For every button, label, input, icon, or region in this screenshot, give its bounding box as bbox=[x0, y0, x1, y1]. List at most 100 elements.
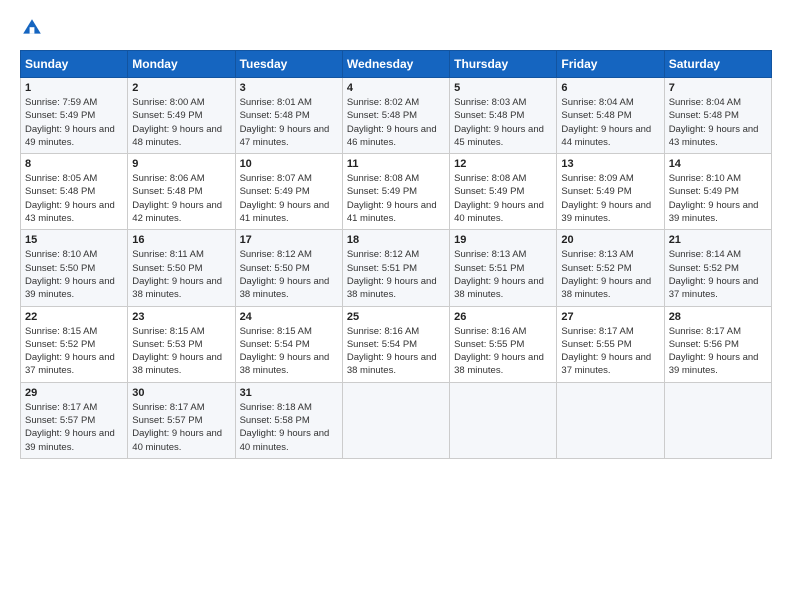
sunrise-label: Sunrise: 8:17 AM bbox=[25, 402, 97, 413]
sunset-label: Sunset: 5:54 PM bbox=[347, 339, 417, 350]
day-info: Sunrise: 8:15 AM Sunset: 5:53 PM Dayligh… bbox=[132, 325, 230, 378]
day-number: 7 bbox=[669, 82, 767, 94]
sunrise-label: Sunrise: 8:14 AM bbox=[669, 249, 741, 260]
calendar-day-10: 10 Sunrise: 8:07 AM Sunset: 5:49 PM Dayl… bbox=[235, 154, 342, 230]
sunset-label: Sunset: 5:48 PM bbox=[347, 110, 417, 121]
calendar-day-26: 26 Sunrise: 8:16 AM Sunset: 5:55 PM Dayl… bbox=[450, 306, 557, 382]
day-info: Sunrise: 8:09 AM Sunset: 5:49 PM Dayligh… bbox=[561, 172, 659, 225]
day-number: 16 bbox=[132, 234, 230, 246]
daylight-label: Daylight: 9 hours and 39 minutes. bbox=[669, 352, 759, 376]
sunrise-label: Sunrise: 8:12 AM bbox=[347, 249, 419, 260]
calendar-day-4: 4 Sunrise: 8:02 AM Sunset: 5:48 PM Dayli… bbox=[342, 78, 449, 154]
day-number: 26 bbox=[454, 311, 552, 323]
day-number: 15 bbox=[25, 234, 123, 246]
day-number: 2 bbox=[132, 82, 230, 94]
sunrise-label: Sunrise: 8:03 AM bbox=[454, 97, 526, 108]
calendar-empty bbox=[664, 382, 771, 458]
day-info: Sunrise: 8:17 AM Sunset: 5:56 PM Dayligh… bbox=[669, 325, 767, 378]
sunrise-label: Sunrise: 8:16 AM bbox=[454, 326, 526, 337]
daylight-label: Daylight: 9 hours and 38 minutes. bbox=[347, 276, 437, 300]
day-info: Sunrise: 8:05 AM Sunset: 5:48 PM Dayligh… bbox=[25, 172, 123, 225]
daylight-label: Daylight: 9 hours and 43 minutes. bbox=[669, 124, 759, 148]
day-number: 30 bbox=[132, 387, 230, 399]
header bbox=[20, 16, 772, 40]
sunrise-label: Sunrise: 8:08 AM bbox=[347, 173, 419, 184]
calendar-day-31: 31 Sunrise: 8:18 AM Sunset: 5:58 PM Dayl… bbox=[235, 382, 342, 458]
calendar-header-saturday: Saturday bbox=[664, 51, 771, 78]
day-number: 11 bbox=[347, 158, 445, 170]
day-info: Sunrise: 8:08 AM Sunset: 5:49 PM Dayligh… bbox=[454, 172, 552, 225]
sunset-label: Sunset: 5:49 PM bbox=[25, 110, 95, 121]
calendar-week-5: 29 Sunrise: 8:17 AM Sunset: 5:57 PM Dayl… bbox=[21, 382, 772, 458]
calendar-day-19: 19 Sunrise: 8:13 AM Sunset: 5:51 PM Dayl… bbox=[450, 230, 557, 306]
day-number: 21 bbox=[669, 234, 767, 246]
day-info: Sunrise: 8:00 AM Sunset: 5:49 PM Dayligh… bbox=[132, 96, 230, 149]
sunset-label: Sunset: 5:56 PM bbox=[669, 339, 739, 350]
sunset-label: Sunset: 5:49 PM bbox=[669, 186, 739, 197]
daylight-label: Daylight: 9 hours and 38 minutes. bbox=[454, 276, 544, 300]
day-number: 4 bbox=[347, 82, 445, 94]
calendar-day-18: 18 Sunrise: 8:12 AM Sunset: 5:51 PM Dayl… bbox=[342, 230, 449, 306]
day-info: Sunrise: 8:04 AM Sunset: 5:48 PM Dayligh… bbox=[561, 96, 659, 149]
logo bbox=[20, 16, 48, 40]
day-info: Sunrise: 7:59 AM Sunset: 5:49 PM Dayligh… bbox=[25, 96, 123, 149]
daylight-label: Daylight: 9 hours and 40 minutes. bbox=[454, 200, 544, 224]
day-number: 31 bbox=[240, 387, 338, 399]
sunrise-label: Sunrise: 8:04 AM bbox=[669, 97, 741, 108]
calendar-day-12: 12 Sunrise: 8:08 AM Sunset: 5:49 PM Dayl… bbox=[450, 154, 557, 230]
sunrise-label: Sunrise: 8:15 AM bbox=[240, 326, 312, 337]
daylight-label: Daylight: 9 hours and 41 minutes. bbox=[347, 200, 437, 224]
sunset-label: Sunset: 5:48 PM bbox=[561, 110, 631, 121]
day-number: 6 bbox=[561, 82, 659, 94]
calendar-day-8: 8 Sunrise: 8:05 AM Sunset: 5:48 PM Dayli… bbox=[21, 154, 128, 230]
calendar-week-3: 15 Sunrise: 8:10 AM Sunset: 5:50 PM Dayl… bbox=[21, 230, 772, 306]
daylight-label: Daylight: 9 hours and 38 minutes. bbox=[132, 276, 222, 300]
calendar-day-17: 17 Sunrise: 8:12 AM Sunset: 5:50 PM Dayl… bbox=[235, 230, 342, 306]
sunrise-label: Sunrise: 8:02 AM bbox=[347, 97, 419, 108]
day-info: Sunrise: 8:04 AM Sunset: 5:48 PM Dayligh… bbox=[669, 96, 767, 149]
calendar-week-2: 8 Sunrise: 8:05 AM Sunset: 5:48 PM Dayli… bbox=[21, 154, 772, 230]
sunrise-label: Sunrise: 8:17 AM bbox=[132, 402, 204, 413]
calendar-empty bbox=[342, 382, 449, 458]
sunrise-label: Sunrise: 8:15 AM bbox=[132, 326, 204, 337]
calendar-day-24: 24 Sunrise: 8:15 AM Sunset: 5:54 PM Dayl… bbox=[235, 306, 342, 382]
day-info: Sunrise: 8:17 AM Sunset: 5:57 PM Dayligh… bbox=[132, 401, 230, 454]
sunset-label: Sunset: 5:48 PM bbox=[240, 110, 310, 121]
day-number: 3 bbox=[240, 82, 338, 94]
day-info: Sunrise: 8:03 AM Sunset: 5:48 PM Dayligh… bbox=[454, 96, 552, 149]
sunset-label: Sunset: 5:48 PM bbox=[454, 110, 524, 121]
sunset-label: Sunset: 5:50 PM bbox=[25, 263, 95, 274]
sunrise-label: Sunrise: 7:59 AM bbox=[25, 97, 97, 108]
day-number: 24 bbox=[240, 311, 338, 323]
calendar-day-28: 28 Sunrise: 8:17 AM Sunset: 5:56 PM Dayl… bbox=[664, 306, 771, 382]
sunrise-label: Sunrise: 8:17 AM bbox=[669, 326, 741, 337]
day-number: 29 bbox=[25, 387, 123, 399]
calendar-day-7: 7 Sunrise: 8:04 AM Sunset: 5:48 PM Dayli… bbox=[664, 78, 771, 154]
day-info: Sunrise: 8:16 AM Sunset: 5:55 PM Dayligh… bbox=[454, 325, 552, 378]
daylight-label: Daylight: 9 hours and 38 minutes. bbox=[132, 352, 222, 376]
daylight-label: Daylight: 9 hours and 47 minutes. bbox=[240, 124, 330, 148]
calendar-header-sunday: Sunday bbox=[21, 51, 128, 78]
day-info: Sunrise: 8:16 AM Sunset: 5:54 PM Dayligh… bbox=[347, 325, 445, 378]
sunset-label: Sunset: 5:52 PM bbox=[669, 263, 739, 274]
day-number: 20 bbox=[561, 234, 659, 246]
calendar-day-30: 30 Sunrise: 8:17 AM Sunset: 5:57 PM Dayl… bbox=[128, 382, 235, 458]
calendar-day-22: 22 Sunrise: 8:15 AM Sunset: 5:52 PM Dayl… bbox=[21, 306, 128, 382]
sunset-label: Sunset: 5:55 PM bbox=[454, 339, 524, 350]
daylight-label: Daylight: 9 hours and 39 minutes. bbox=[25, 276, 115, 300]
day-info: Sunrise: 8:10 AM Sunset: 5:49 PM Dayligh… bbox=[669, 172, 767, 225]
sunset-label: Sunset: 5:49 PM bbox=[561, 186, 631, 197]
day-info: Sunrise: 8:08 AM Sunset: 5:49 PM Dayligh… bbox=[347, 172, 445, 225]
daylight-label: Daylight: 9 hours and 49 minutes. bbox=[25, 124, 115, 148]
sunrise-label: Sunrise: 8:12 AM bbox=[240, 249, 312, 260]
day-info: Sunrise: 8:07 AM Sunset: 5:49 PM Dayligh… bbox=[240, 172, 338, 225]
day-number: 17 bbox=[240, 234, 338, 246]
logo-icon bbox=[20, 16, 44, 40]
sunset-label: Sunset: 5:49 PM bbox=[132, 110, 202, 121]
sunrise-label: Sunrise: 8:13 AM bbox=[561, 249, 633, 260]
day-info: Sunrise: 8:01 AM Sunset: 5:48 PM Dayligh… bbox=[240, 96, 338, 149]
calendar: SundayMondayTuesdayWednesdayThursdayFrid… bbox=[20, 50, 772, 459]
daylight-label: Daylight: 9 hours and 37 minutes. bbox=[561, 352, 651, 376]
day-info: Sunrise: 8:02 AM Sunset: 5:48 PM Dayligh… bbox=[347, 96, 445, 149]
calendar-empty bbox=[557, 382, 664, 458]
